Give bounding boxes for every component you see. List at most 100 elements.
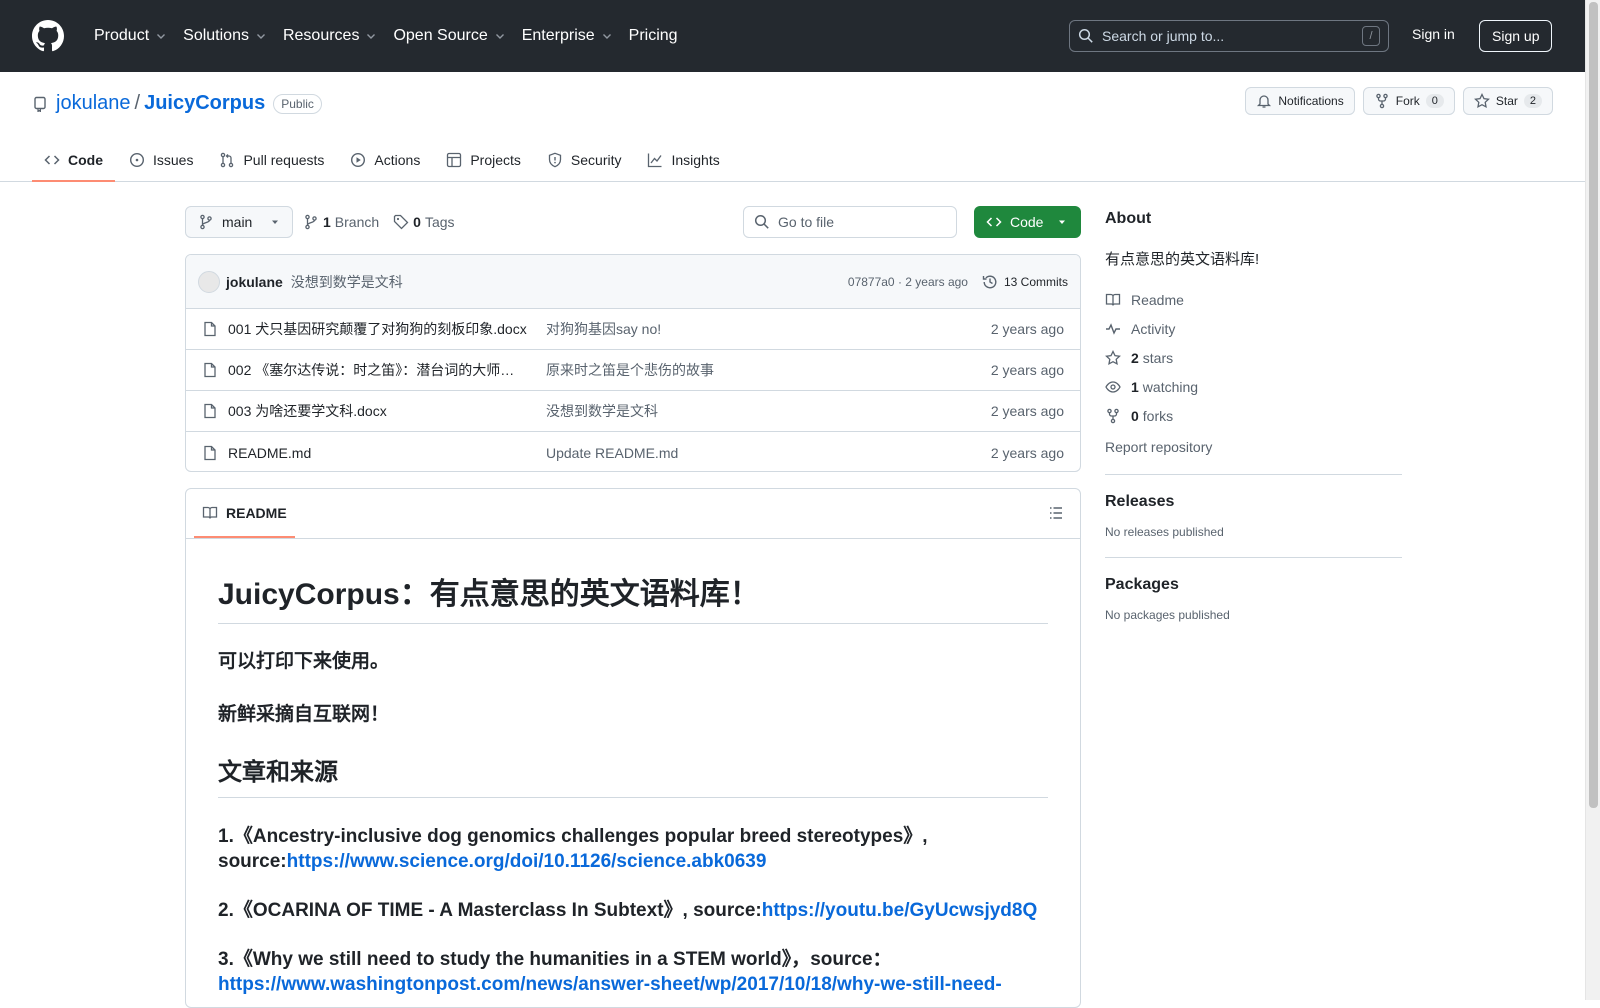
file-name: 001 犬只基因研究颠覆了对狗狗的刻板印象.docx bbox=[228, 321, 527, 337]
file-commit-message[interactable]: 没想到数学是文科 bbox=[546, 401, 946, 421]
fork-button[interactable]: Fork 0 bbox=[1362, 87, 1455, 115]
file-toolbar: main 1 Branch 0 Tags Go to file Code bbox=[185, 206, 1081, 238]
file-icon bbox=[204, 321, 216, 337]
commit-message-link[interactable]: 没想到数学是文科 bbox=[291, 272, 403, 292]
readme-tab[interactable]: README bbox=[194, 489, 295, 538]
file-link[interactable]: 003 为啥还要学文科.docx bbox=[202, 401, 532, 421]
tab-pull-requests-label: Pull requests bbox=[243, 152, 325, 168]
stars-link[interactable]: 2 stars bbox=[1105, 343, 1402, 372]
chevron-down-icon bbox=[256, 34, 265, 39]
readme-link[interactable]: Readme bbox=[1105, 285, 1402, 314]
caret-down-icon bbox=[272, 220, 279, 224]
shield-icon bbox=[548, 152, 562, 168]
source-item: 1.《Ancestry-inclusive dog genomics chall… bbox=[218, 824, 1048, 874]
source-link[interactable]: https://youtu.be/GyUcwsjyd8Q bbox=[762, 900, 1038, 921]
commit-hash-link[interactable]: 07877a0 · 2 years ago bbox=[848, 275, 968, 289]
chevron-down-icon bbox=[157, 34, 166, 39]
sign-up-button[interactable]: Sign up bbox=[1479, 20, 1553, 52]
branch-icon bbox=[305, 214, 317, 230]
search-placeholder: Search or jump to... bbox=[1102, 28, 1225, 44]
packages-heading[interactable]: Packages bbox=[1105, 576, 1402, 594]
nav-resources-label: Resources bbox=[282, 27, 360, 44]
activity-link-label: Activity bbox=[1131, 320, 1176, 337]
tab-insights[interactable]: Insights bbox=[635, 138, 731, 182]
search-input[interactable]: Search or jump to... / bbox=[1069, 20, 1389, 52]
source-link[interactable]: https://www.science.org/doi/10.1126/scie… bbox=[287, 851, 767, 872]
repo-name-link[interactable]: JuicyCorpus bbox=[144, 92, 265, 115]
commits-count: 13 Commits bbox=[1003, 274, 1068, 289]
global-header: Product Solutions Resources Open Source … bbox=[0, 0, 1585, 72]
table-icon bbox=[447, 152, 462, 168]
tab-code-label: Code bbox=[68, 152, 103, 168]
nav-solutions[interactable]: Solutions bbox=[175, 16, 275, 56]
repo-actions: Notifications Fork 0 Star 2 bbox=[1245, 87, 1553, 115]
tab-issues[interactable]: Issues bbox=[117, 138, 205, 182]
page-scrollbar[interactable] bbox=[1585, 0, 1600, 1000]
commits-link[interactable]: 13 Commits bbox=[982, 274, 1068, 290]
file-link[interactable]: 002 《塞尔达传说：时之笛》：潜台词的大师… bbox=[202, 360, 532, 380]
tab-issues-label: Issues bbox=[153, 152, 194, 168]
list-icon[interactable] bbox=[1048, 505, 1064, 521]
notifications-label: Notifications bbox=[1278, 94, 1344, 108]
repo-owner-link[interactable]: jokulane bbox=[56, 92, 131, 115]
branch-selector[interactable]: main bbox=[185, 206, 294, 238]
file-age: 2 years ago bbox=[990, 444, 1064, 461]
file-name: 003 为啥还要学文科.docx bbox=[228, 403, 387, 419]
releases-heading[interactable]: Releases bbox=[1105, 493, 1402, 511]
global-nav: Product Solutions Resources Open Source … bbox=[86, 16, 686, 56]
file-age: 2 years ago bbox=[990, 321, 1064, 337]
tags-link[interactable]: 0 Tags bbox=[393, 214, 455, 230]
tab-actions[interactable]: Actions bbox=[338, 138, 432, 182]
nav-pricing[interactable]: Pricing bbox=[621, 16, 686, 56]
repo-description: 有点意思的英文语料库! bbox=[1105, 251, 1260, 268]
github-logo-icon[interactable] bbox=[32, 20, 64, 52]
forks-count: 0 bbox=[1131, 407, 1139, 424]
file-commit-message[interactable]: 原来时之笛是个悲伤的故事 bbox=[546, 360, 946, 380]
file-link[interactable]: 001 犬只基因研究颠覆了对狗狗的刻板印象.docx bbox=[202, 319, 532, 339]
tab-code[interactable]: Code bbox=[32, 138, 115, 182]
tab-pull-requests[interactable]: Pull requests bbox=[207, 138, 336, 182]
nav-resources[interactable]: Resources bbox=[275, 16, 385, 56]
scrollbar-thumb[interactable] bbox=[1589, 2, 1598, 808]
file-name: README.md bbox=[228, 444, 312, 461]
source-item: 3.《Why we still need to study the humani… bbox=[218, 947, 1048, 997]
fork-icon bbox=[1107, 408, 1119, 423]
code-dropdown-button[interactable]: Code bbox=[974, 206, 1081, 238]
star-count: 2 bbox=[1523, 94, 1542, 108]
nav-enterprise[interactable]: Enterprise bbox=[514, 16, 621, 56]
nav-pricing-label: Pricing bbox=[628, 27, 678, 44]
no-packages-text: No packages published bbox=[1105, 608, 1230, 622]
code-icon bbox=[986, 217, 1002, 227]
source-link[interactable]: https://www.washingtonpost.com/news/answ… bbox=[218, 974, 1002, 995]
readme-section-heading: 文章和来源 bbox=[218, 752, 1048, 798]
star-button[interactable]: Star 2 bbox=[1462, 87, 1553, 115]
watching-link[interactable]: 1 watching bbox=[1105, 372, 1402, 401]
nav-open-source[interactable]: Open Source bbox=[385, 16, 513, 56]
branch-name: main bbox=[222, 214, 253, 230]
commit-author-link[interactable]: jokulane bbox=[226, 274, 283, 290]
readme-link-label: Readme bbox=[1131, 291, 1184, 308]
nav-product[interactable]: Product bbox=[86, 16, 175, 56]
file-link[interactable]: README.md bbox=[202, 445, 532, 461]
file-commit-message[interactable]: 对狗狗基因say no! bbox=[546, 319, 946, 339]
sign-in-link[interactable]: Sign in bbox=[1412, 26, 1455, 42]
activity-link[interactable]: Activity bbox=[1105, 314, 1402, 343]
branches-link[interactable]: 1 Branch bbox=[303, 214, 379, 230]
file-commit-message[interactable]: Update README.md bbox=[546, 445, 946, 461]
caret-down-icon bbox=[1059, 220, 1066, 224]
readme-content: JuicyCorpus：有点意思的英文语料库！ 可以打印下来使用。 新鲜采摘自互… bbox=[186, 539, 1080, 1007]
notifications-button[interactable]: Notifications bbox=[1245, 87, 1355, 115]
tab-projects[interactable]: Projects bbox=[434, 138, 533, 182]
report-repository-link[interactable]: Report repository bbox=[1105, 432, 1402, 462]
commit-meta: 07877a0 · 2 years ago 13 Commits bbox=[848, 274, 1068, 290]
file-row: README.md Update README.md 2 years ago bbox=[186, 432, 1080, 471]
play-icon bbox=[351, 152, 366, 168]
watching-count: 1 bbox=[1131, 378, 1139, 395]
forks-link[interactable]: 0 forks bbox=[1105, 401, 1402, 430]
tab-security[interactable]: Security bbox=[535, 138, 634, 182]
go-to-file-input[interactable]: Go to file bbox=[743, 206, 957, 238]
repo-header: jokulane / JuicyCorpus Public Notificati… bbox=[0, 72, 1585, 182]
avatar[interactable] bbox=[198, 270, 220, 293]
forks-label: forks bbox=[1142, 407, 1174, 424]
readme-line-print: 可以打印下来使用。 bbox=[218, 651, 390, 672]
